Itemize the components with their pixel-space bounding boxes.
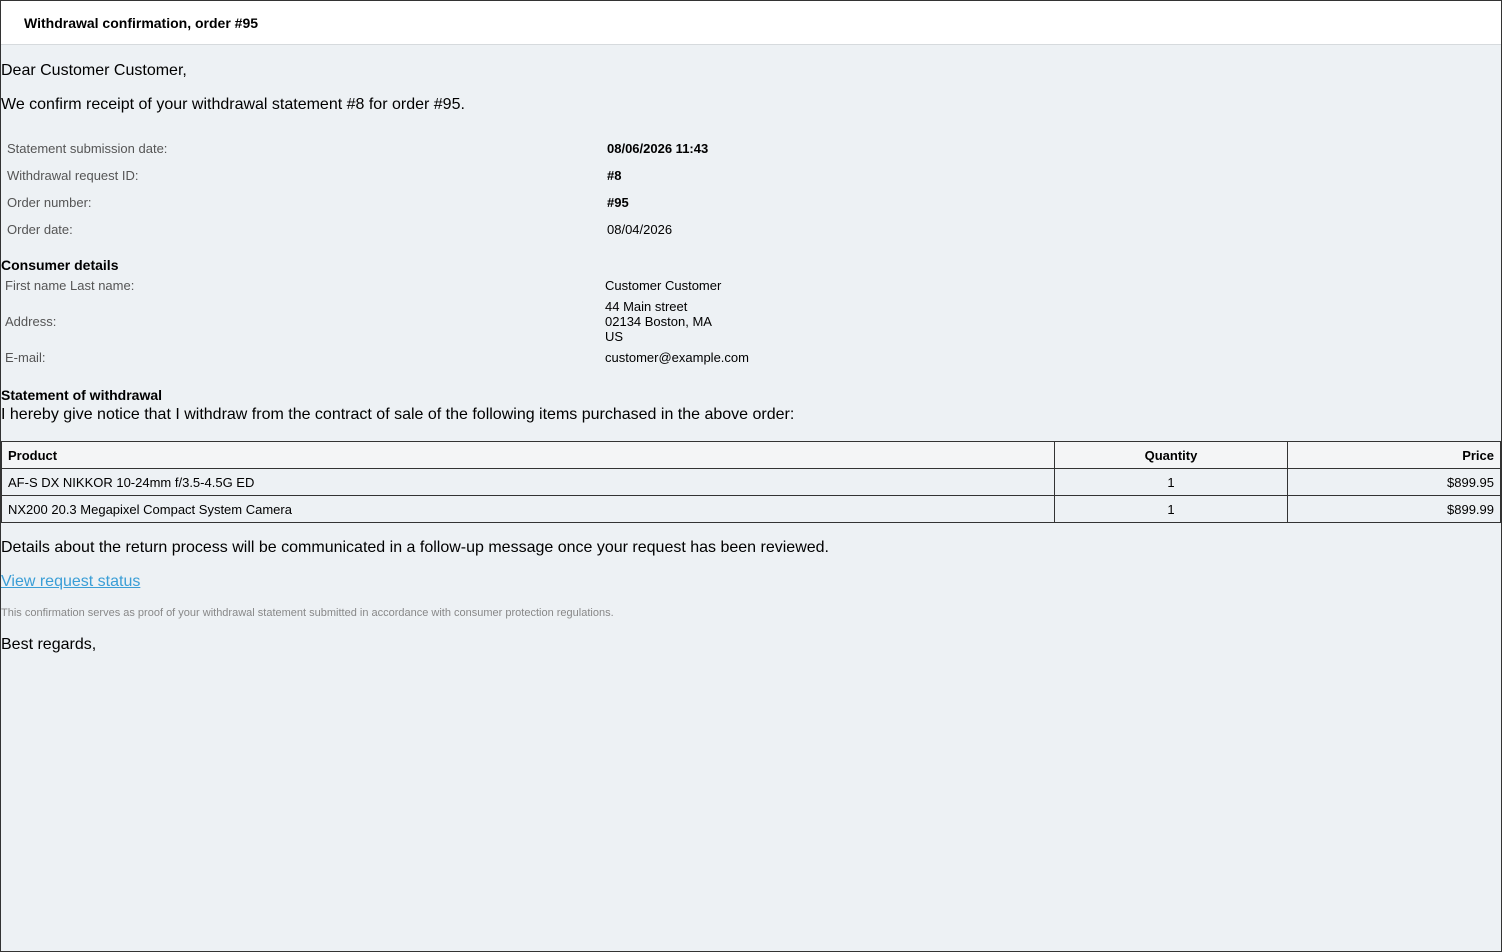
consumer-email: customer@example.com	[605, 350, 749, 365]
meta-value: #8	[607, 168, 622, 183]
email-header: Withdrawal confirmation, order #95	[1, 1, 1501, 45]
consumer-label: First name Last name:	[5, 278, 135, 293]
email-subject: Withdrawal confirmation, order #95	[24, 15, 259, 31]
consumer-name: Customer Customer	[605, 278, 722, 293]
address-line: 44 Main street	[605, 299, 688, 314]
consumer-details-title: Consumer details	[1, 257, 119, 273]
address-line: 02134 Boston, MA	[605, 314, 712, 329]
meta-value: #95	[607, 195, 629, 210]
column-header-product: Product	[1, 441, 1055, 469]
withdrawal-meta-table: Statement submission date: 08/06/2026 11…	[6, 135, 708, 243]
email-body: Dear Customer Customer, We confirm recei…	[1, 62, 1501, 654]
column-header-quantity: Quantity	[1054, 441, 1288, 469]
intro-text: We confirm receipt of your withdrawal st…	[1, 96, 465, 113]
quantity-cell: 1	[1054, 495, 1288, 523]
consumer-label: Address:	[5, 314, 57, 329]
meta-value: 08/06/2026 11:43	[607, 141, 709, 156]
meta-label: Order date:	[7, 222, 73, 237]
fine-print: This confirmation serves as proof of you…	[1, 607, 614, 619]
view-request-status-link[interactable]: View request status	[1, 573, 140, 591]
closing-regards: Best regards,	[1, 636, 97, 653]
statement-notice: I hereby give notice that I withdraw fro…	[1, 406, 795, 423]
consumer-row-address: Address: 44 Main street 02134 Boston, MA…	[4, 296, 750, 347]
consumer-row-name: First name Last name: Customer Customer	[4, 275, 750, 296]
meta-value: 08/04/2026	[607, 222, 673, 237]
meta-row-order-date: Order date: 08/04/2026	[6, 216, 708, 243]
meta-row-request-id: Withdrawal request ID: #8	[6, 162, 708, 189]
meta-row-submission-date: Statement submission date: 08/06/2026 11…	[6, 135, 708, 162]
price-cell: $899.95	[1287, 468, 1501, 496]
table-row: NX200 20.3 Megapixel Compact System Came…	[1, 495, 1501, 523]
table-row: AF-S DX NIKKOR 10-24mm f/3.5-4.5G ED 1 $…	[1, 468, 1501, 496]
product-cell: AF-S DX NIKKOR 10-24mm f/3.5-4.5G ED	[1, 468, 1055, 496]
meta-label: Order number:	[7, 195, 92, 210]
greeting: Dear Customer Customer,	[1, 62, 187, 79]
price-cell: $899.99	[1287, 495, 1501, 523]
product-cell: NX200 20.3 Megapixel Compact System Came…	[1, 495, 1055, 523]
consumer-label: E-mail:	[5, 350, 46, 365]
email-window: Withdrawal confirmation, order #95 Dear …	[0, 0, 1502, 952]
consumer-address: 44 Main street 02134 Boston, MA US	[604, 296, 750, 347]
details-text: Details about the return process will be…	[1, 539, 829, 556]
address-line: US	[605, 329, 624, 344]
consumer-row-email: E-mail: customer@example.com	[4, 347, 750, 368]
meta-label: Withdrawal request ID:	[7, 168, 139, 183]
meta-row-order-number: Order number: #95	[6, 189, 708, 216]
meta-label: Statement submission date:	[7, 141, 168, 156]
items-table-header: Product Quantity Price	[1, 441, 1501, 469]
column-header-price: Price	[1287, 441, 1501, 469]
quantity-cell: 1	[1054, 468, 1288, 496]
items-table: Product Quantity Price AF-S DX NIKKOR 10…	[1, 441, 1501, 523]
statement-title: Statement of withdrawal	[1, 387, 163, 403]
consumer-details-table: First name Last name: Customer Customer …	[4, 275, 750, 368]
